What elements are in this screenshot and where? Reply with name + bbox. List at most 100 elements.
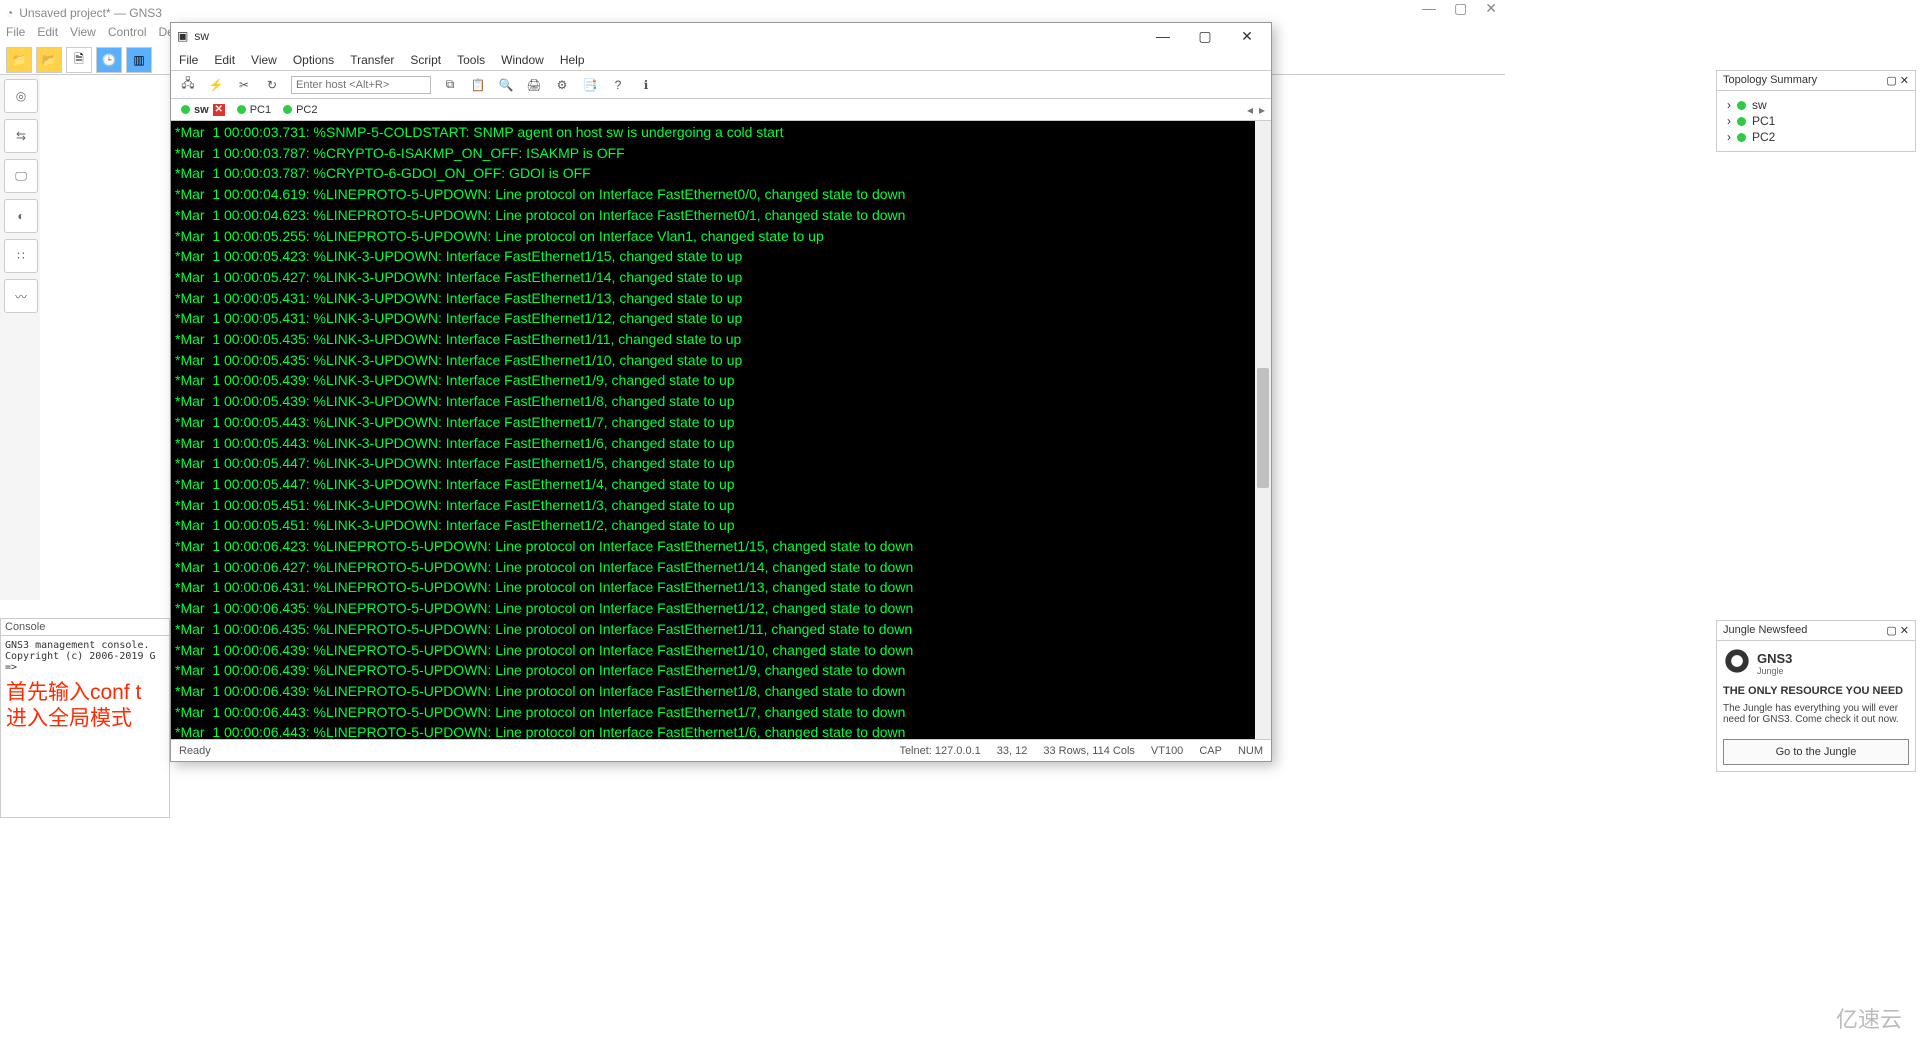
settings-icon[interactable]: ⚙ xyxy=(553,76,571,94)
brand-text: GNS3 xyxy=(1757,651,1792,666)
watermark-text: 亿速云 xyxy=(1836,1002,1902,1034)
status-mode: VT100 xyxy=(1151,745,1183,757)
close-button[interactable]: ✕ xyxy=(1229,28,1265,45)
help-icon[interactable]: ? xyxy=(609,76,627,94)
status-ready: Ready xyxy=(179,745,211,757)
menu-transfer[interactable]: Transfer xyxy=(350,53,394,67)
status-dot-icon xyxy=(1737,101,1746,110)
device-palette: ◎ ⇆ 🖵 ◐ ∷ 〰 xyxy=(0,75,40,600)
go-jungle-button[interactable]: Go to the Jungle xyxy=(1723,739,1909,765)
menu-help[interactable]: Help xyxy=(560,53,585,67)
terminal-toolbar: 🖧 ⚡ ✂ ↻ ⧉ 📋 🔍 🖨 ⚙ 📑 ? ℹ xyxy=(171,71,1271,99)
tab-close-icon[interactable]: ✕ xyxy=(213,104,225,116)
window-title: Unsaved project* — GNS3 xyxy=(19,6,162,20)
open-folder-icon[interactable]: 📁 xyxy=(6,47,32,73)
terminal-body[interactable]: *Mar 1 00:00:03.731: %SNMP-5-COLDSTART: … xyxy=(171,121,1271,739)
menu-window[interactable]: Window xyxy=(501,53,544,67)
topology-panel: Topology Summary ▢ ✕ › sw › PC1 › PC2 xyxy=(1716,70,1916,152)
terminal-title: sw xyxy=(194,29,209,43)
quick-connect-icon[interactable]: ⚡ xyxy=(207,76,225,94)
tab-sw[interactable]: sw ✕ xyxy=(177,103,229,117)
tab-label: PC1 xyxy=(250,104,271,116)
window-controls: — ▢ ✕ xyxy=(1422,0,1497,17)
console-header: Console xyxy=(1,619,169,636)
minimize-button[interactable]: — xyxy=(1422,0,1436,17)
minimize-button[interactable]: — xyxy=(1145,28,1181,44)
topology-item-sw[interactable]: › sw xyxy=(1723,97,1909,113)
menu-file[interactable]: File xyxy=(179,53,198,67)
menu-control[interactable]: Control xyxy=(108,25,147,45)
server-icon[interactable]: ▥ xyxy=(126,47,152,73)
terminal-scrollbar[interactable] xyxy=(1255,121,1271,739)
menu-tools[interactable]: Tools xyxy=(457,53,485,67)
status-pos: 33, 12 xyxy=(997,745,1028,757)
terminal-output: *Mar 1 00:00:03.731: %SNMP-5-COLDSTART: … xyxy=(175,124,913,739)
disconnect-icon[interactable]: ✂ xyxy=(235,76,253,94)
terminal-statusbar: Ready Telnet: 127.0.0.1 33, 12 33 Rows, … xyxy=(171,739,1271,761)
all-devices-icon[interactable]: ∷ xyxy=(4,239,38,273)
status-dot-icon xyxy=(237,105,246,114)
menu-options[interactable]: Options xyxy=(293,53,334,67)
pc-icon[interactable]: 🖵 xyxy=(4,159,38,193)
topo-label: PC2 xyxy=(1752,130,1775,144)
print-icon[interactable]: 🖨 xyxy=(525,76,543,94)
status-dot-icon xyxy=(181,105,190,114)
status-size: 33 Rows, 114 Cols xyxy=(1043,745,1135,757)
topology-item-pc1[interactable]: › PC1 xyxy=(1723,113,1909,129)
workspace[interactable] xyxy=(40,75,170,615)
terminal-tabbar: sw ✕ PC1 PC2 ◂ ▸ xyxy=(171,99,1271,121)
terminal-menubar: File Edit View Options Transfer Script T… xyxy=(171,49,1271,71)
router-icon[interactable]: ◎ xyxy=(4,79,38,113)
menu-view[interactable]: View xyxy=(70,25,96,45)
menu-edit[interactable]: Edit xyxy=(214,53,235,67)
status-dot-icon xyxy=(1737,117,1746,126)
topo-label: sw xyxy=(1752,98,1767,112)
topo-label: PC1 xyxy=(1752,114,1775,128)
status-dot-icon xyxy=(1737,133,1746,142)
panel-controls[interactable]: ▢ ✕ xyxy=(1886,74,1909,87)
menu-file[interactable]: File xyxy=(6,25,25,45)
right-panels: Topology Summary▢ ✕ › sw › PC1 › PC2 Jun… xyxy=(1716,70,1916,158)
panel-controls[interactable]: ▢ ✕ xyxy=(1886,624,1909,637)
terminal-titlebar[interactable]: ▣ sw — ▢ ✕ xyxy=(171,23,1271,49)
terminal-icon: ▣ xyxy=(177,29,188,43)
link-icon[interactable]: 〰 xyxy=(4,279,38,313)
app-icon: ◔ xyxy=(6,6,13,20)
brand-sub: Jungle xyxy=(1757,666,1792,676)
newsfeed-panel: Jungle Newsfeed▢ ✕ GNS3 Jungle THE ONLY … xyxy=(1716,620,1916,772)
tab-prev-icon[interactable]: ◂ xyxy=(1247,103,1253,117)
open-file-icon[interactable]: 📂 xyxy=(36,47,62,73)
find-icon[interactable]: 🔍 xyxy=(497,76,515,94)
tab-next-icon[interactable]: ▸ xyxy=(1259,103,1265,117)
tab-label: sw xyxy=(194,104,209,116)
gns3-logo-icon xyxy=(1723,647,1751,675)
scrollbar-thumb[interactable] xyxy=(1257,368,1269,488)
security-icon[interactable]: ◐ xyxy=(4,199,38,233)
topology-item-pc2[interactable]: › PC2 xyxy=(1723,129,1909,145)
paste-icon[interactable]: 📋 xyxy=(469,76,487,94)
annotation-text: 首先输入conf t 进入全局模式 xyxy=(6,680,141,732)
console-body[interactable]: GNS3 management console. Copyright (c) 2… xyxy=(1,636,169,677)
menu-edit[interactable]: Edit xyxy=(37,25,58,45)
tab-pc2[interactable]: PC2 xyxy=(279,103,321,117)
status-num: NUM xyxy=(1238,745,1263,757)
reconnect-icon[interactable]: ↻ xyxy=(263,76,281,94)
status-cap: CAP xyxy=(1199,745,1222,757)
tab-pc1[interactable]: PC1 xyxy=(233,103,275,117)
host-input[interactable] xyxy=(291,76,431,94)
menu-script[interactable]: Script xyxy=(410,53,441,67)
maximize-button[interactable]: ▢ xyxy=(1454,0,1467,17)
document-icon[interactable]: 🗎 xyxy=(66,47,92,73)
connect-icon[interactable]: 🖧 xyxy=(179,76,197,94)
maximize-button[interactable]: ▢ xyxy=(1187,28,1223,45)
close-button[interactable]: ✕ xyxy=(1485,0,1497,17)
switch-icon[interactable]: ⇆ xyxy=(4,119,38,153)
menu-view[interactable]: View xyxy=(251,53,277,67)
session-icon[interactable]: 📑 xyxy=(581,76,599,94)
newsfeed-desc: The Jungle has everything you will ever … xyxy=(1723,703,1909,725)
copy-icon[interactable]: ⧉ xyxy=(441,76,459,94)
topology-title: Topology Summary xyxy=(1723,74,1817,87)
info-icon[interactable]: ℹ xyxy=(637,76,655,94)
snapshot-icon[interactable]: 🕒 xyxy=(96,47,122,73)
status-dot-icon xyxy=(283,105,292,114)
